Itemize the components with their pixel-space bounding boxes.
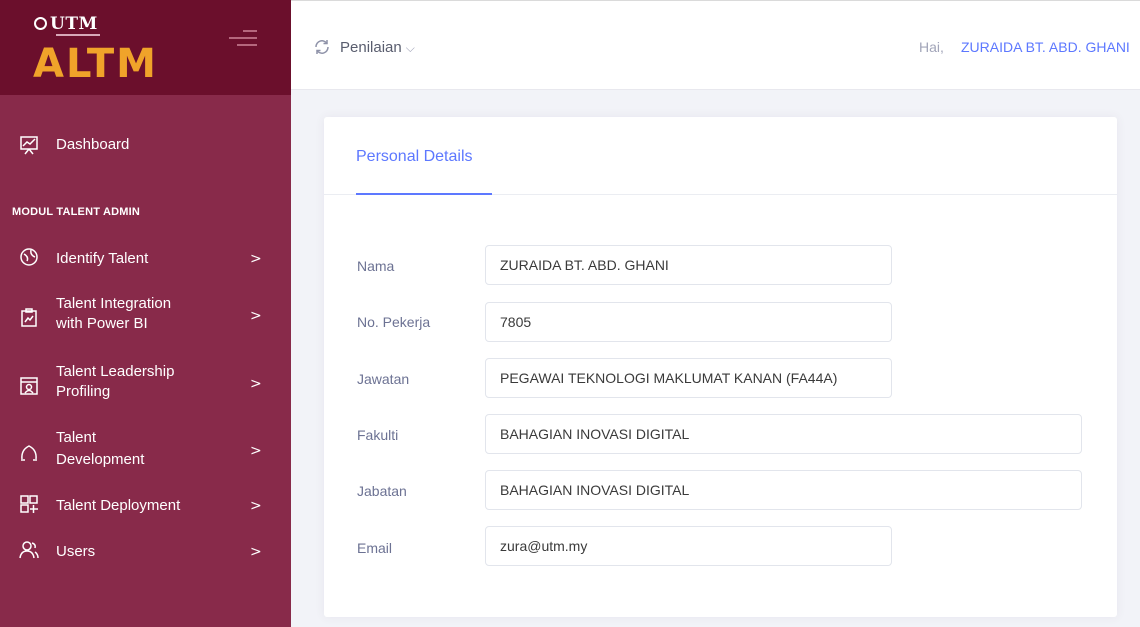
refresh-icon[interactable] bbox=[313, 38, 331, 56]
sidebar-item-label: Users bbox=[56, 543, 96, 560]
altm-logo[interactable]: ALTM bbox=[33, 40, 158, 88]
utm-seal-icon bbox=[34, 17, 47, 30]
email-label: Email bbox=[357, 540, 393, 556]
chevron-right-icon: > bbox=[250, 251, 262, 267]
jawatan-field[interactable]: PEGAWAI TEKNOLOGI MAKLUMAT KANAN (FA44A) bbox=[485, 358, 892, 398]
chevron-right-icon: > bbox=[250, 443, 262, 459]
dashboard-chart-icon bbox=[20, 136, 38, 155]
chevron-right-icon: > bbox=[250, 498, 262, 514]
topbar-top-border bbox=[291, 0, 1140, 1]
no-pekerja-field[interactable]: 7805 bbox=[485, 302, 892, 342]
users-icon bbox=[19, 541, 39, 559]
globe-icon bbox=[20, 248, 38, 266]
hamburger-menu-icon[interactable] bbox=[229, 28, 257, 50]
sidebar-header: UTM ALTM bbox=[0, 0, 291, 95]
utm-logo-text: UTM bbox=[50, 14, 98, 34]
utm-logo[interactable]: UTM bbox=[34, 14, 98, 34]
fakulti-field[interactable]: BAHAGIAN INOVASI DIGITAL bbox=[485, 414, 1082, 454]
presentation-icon bbox=[20, 377, 38, 395]
sidebar-item-identify-talent[interactable]: Identify Talent > bbox=[0, 245, 291, 271]
no-pekerja-label: No. Pekerja bbox=[357, 314, 431, 330]
sidebar-item-talent-integration[interactable]: Talent Integration with Power BI > bbox=[0, 293, 291, 337]
user-name-link[interactable]: ZURAIDA BT. ABD. GHANI bbox=[961, 39, 1130, 55]
penilaian-menu[interactable]: Penilaian ⌵ bbox=[340, 39, 415, 56]
sidebar-item-talent-development[interactable]: Talent Development > bbox=[0, 428, 291, 472]
jabatan-label: Jabatan bbox=[357, 483, 407, 499]
sprout-icon bbox=[21, 445, 37, 461]
sidebar-item-label: Identify Talent bbox=[56, 250, 149, 267]
greeting-text: Hai, bbox=[919, 39, 944, 55]
chevron-right-icon: > bbox=[250, 376, 262, 392]
utm-logo-subtitle-line bbox=[56, 34, 100, 36]
sidebar-item-label: Dashboard bbox=[56, 136, 130, 153]
nama-field[interactable]: ZURAIDA BT. ABD. GHANI bbox=[485, 245, 892, 285]
sidebar-item-talent-leadership-profiling[interactable]: Talent Leadership Profiling > bbox=[0, 361, 291, 405]
tab-personal-details[interactable]: Personal Details bbox=[356, 148, 473, 166]
sidebar-item-label-line2: Profiling bbox=[56, 383, 111, 400]
sidebar-item-label: Talent Integration bbox=[56, 295, 172, 312]
sidebar-item-label-line2: with Power BI bbox=[56, 315, 148, 332]
sidebar-item-label: Talent Deployment bbox=[56, 497, 181, 514]
sidebar-section-title: MODUL TALENT ADMIN bbox=[12, 206, 141, 218]
chevron-right-icon: > bbox=[250, 308, 262, 324]
grid-plus-icon bbox=[20, 495, 38, 513]
sidebar-item-dashboard[interactable]: Dashboard bbox=[0, 130, 291, 160]
tab-active-indicator bbox=[356, 193, 492, 195]
fakulti-label: Fakulti bbox=[357, 427, 399, 443]
penilaian-menu-label: Penilaian bbox=[340, 39, 402, 56]
sidebar-item-label-line2: Development bbox=[56, 451, 145, 468]
email-field[interactable]: zura@utm.my bbox=[485, 526, 892, 566]
jabatan-field[interactable]: BAHAGIAN INOVASI DIGITAL bbox=[485, 470, 1082, 510]
sidebar-item-users[interactable]: Users > bbox=[0, 539, 291, 565]
jawatan-label: Jawatan bbox=[357, 371, 410, 387]
chart-icon bbox=[21, 308, 37, 327]
chevron-right-icon: > bbox=[250, 544, 262, 560]
chevron-down-icon: ⌵ bbox=[405, 41, 415, 55]
sidebar-item-talent-deployment[interactable]: Talent Deployment > bbox=[0, 493, 291, 519]
sidebar-item-label: Talent bbox=[56, 429, 97, 446]
sidebar-item-label: Talent Leadership bbox=[56, 363, 175, 380]
nama-label: Nama bbox=[357, 258, 395, 274]
